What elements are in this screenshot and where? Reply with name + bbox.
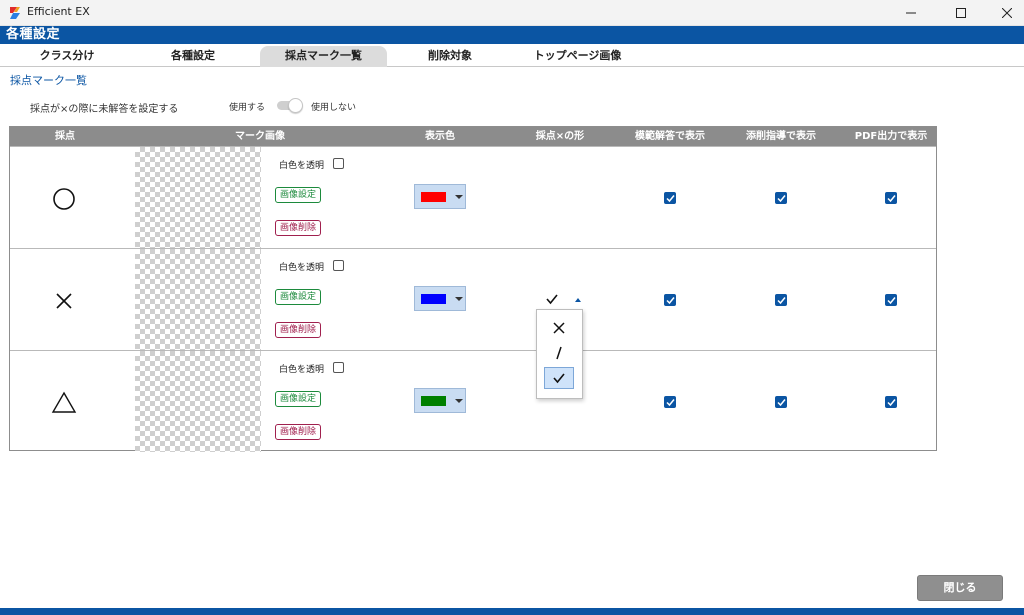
column-header-cross-shape: 採点×の形 <box>535 131 585 142</box>
column-header-color: 表示色 <box>425 131 455 142</box>
unanswered-toggle[interactable] <box>277 98 303 113</box>
transparent-checkbox[interactable] <box>333 260 344 271</box>
color-swatch <box>421 396 446 406</box>
image-delete-button[interactable]: 画像削除 <box>275 220 322 236</box>
tab-settings[interactable]: 各種設定 <box>128 46 258 67</box>
table-row: 白色を透明 画像設定 画像削除 <box>10 350 936 452</box>
check-icon <box>886 296 896 304</box>
check-icon <box>665 194 675 202</box>
check-icon <box>776 194 786 202</box>
maximize-button[interactable] <box>938 0 984 26</box>
transparent-checkbox[interactable] <box>333 158 344 169</box>
close-window-button[interactable] <box>984 0 1024 26</box>
app-logo-icon <box>10 7 20 19</box>
shape-option-slash[interactable] <box>544 342 574 364</box>
option-use-label: 使用する <box>229 103 266 113</box>
image-set-button[interactable]: 画像設定 <box>275 187 322 203</box>
column-header-model-answer: 模範解答で表示 <box>635 131 705 142</box>
transparent-label: 白色を透明 <box>279 365 325 375</box>
dropdown-arrow-icon <box>455 297 463 301</box>
check-icon <box>553 373 565 384</box>
pdf-checkbox[interactable] <box>885 294 897 306</box>
table-row: 白色を透明 画像設定 画像削除 <box>10 248 936 350</box>
dropdown-arrow-icon <box>455 399 463 403</box>
tab-bar: クラス分け 各種設定 採点マーク一覧 削除対象 トップページ画像 <box>0 45 1024 67</box>
image-delete-button[interactable]: 画像削除 <box>275 322 322 338</box>
dropdown-arrow-icon <box>575 298 581 302</box>
check-icon <box>886 194 896 202</box>
section-title: 採点マーク一覧 <box>10 74 87 87</box>
table-row: 白色を透明 画像設定 画像削除 <box>10 146 936 248</box>
minimize-button[interactable] <box>888 0 934 26</box>
mark-image-preview <box>135 249 261 350</box>
correction-checkbox[interactable] <box>775 192 787 204</box>
tab-class-split[interactable]: クラス分け <box>12 46 122 67</box>
page-header: 各種設定 <box>0 26 1024 44</box>
pdf-checkbox[interactable] <box>885 192 897 204</box>
image-set-button[interactable]: 画像設定 <box>275 289 322 305</box>
column-header-correction: 添削指導で表示 <box>746 131 816 142</box>
column-header-mark: 採点 <box>55 131 75 142</box>
cross-icon <box>553 322 565 334</box>
transparent-label: 白色を透明 <box>279 161 325 171</box>
close-button[interactable]: 閉じる <box>917 575 1003 601</box>
image-set-button[interactable]: 画像設定 <box>275 391 322 407</box>
option-nouse-label: 使用しない <box>311 103 357 113</box>
color-dropdown[interactable] <box>414 286 466 311</box>
mark-image-preview <box>135 147 261 248</box>
slash-icon <box>556 346 562 360</box>
footer-band <box>0 608 1024 615</box>
tab-top-image[interactable]: トップページ画像 <box>515 46 640 67</box>
model-answer-checkbox[interactable] <box>664 396 676 408</box>
color-dropdown[interactable] <box>414 388 466 413</box>
shape-option-check[interactable] <box>544 367 574 389</box>
pdf-checkbox[interactable] <box>885 396 897 408</box>
dropdown-arrow-icon <box>455 195 463 199</box>
window-title: Efficient EX <box>27 5 90 18</box>
tab-delete-target[interactable]: 削除対象 <box>390 46 510 67</box>
check-icon <box>776 296 786 304</box>
close-icon <box>1002 8 1012 18</box>
transparent-checkbox[interactable] <box>333 362 344 373</box>
cross-shape-dropdown[interactable] <box>535 290 583 310</box>
check-icon <box>886 398 896 406</box>
circle-icon <box>53 188 75 210</box>
correction-checkbox[interactable] <box>775 396 787 408</box>
check-icon <box>546 294 558 305</box>
shape-option-cross[interactable] <box>544 317 574 339</box>
maximize-icon <box>956 8 966 18</box>
color-swatch <box>421 294 446 304</box>
shape-options-popup <box>536 309 583 399</box>
title-bar: Efficient EX <box>0 0 1024 26</box>
cross-icon <box>56 293 72 309</box>
correction-checkbox[interactable] <box>775 294 787 306</box>
color-dropdown[interactable] <box>414 184 466 209</box>
mark-image-preview <box>135 351 261 452</box>
check-icon <box>665 398 675 406</box>
column-header-pdf: PDF出力で表示 <box>854 131 928 142</box>
image-delete-button[interactable]: 画像削除 <box>275 424 322 440</box>
triangle-icon <box>51 391 77 413</box>
model-answer-checkbox[interactable] <box>664 294 676 306</box>
tab-mark-list[interactable]: 採点マーク一覧 <box>260 46 387 67</box>
check-icon <box>665 296 675 304</box>
model-answer-checkbox[interactable] <box>664 192 676 204</box>
transparent-label: 白色を透明 <box>279 263 325 273</box>
mark-grid: 採点 マーク画像 表示色 採点×の形 模範解答で表示 添削指導で表示 PDF出力… <box>9 126 937 452</box>
minimize-icon <box>906 12 916 14</box>
column-header-image: マーク画像 <box>235 131 285 142</box>
toggle-thumb <box>288 98 303 113</box>
unanswered-setting-label: 採点が×の際に未解答を設定する <box>30 104 179 115</box>
check-icon <box>776 398 786 406</box>
grid-header: 採点 マーク画像 表示色 採点×の形 模範解答で表示 添削指導で表示 PDF出力… <box>10 127 936 146</box>
color-swatch <box>421 192 446 202</box>
